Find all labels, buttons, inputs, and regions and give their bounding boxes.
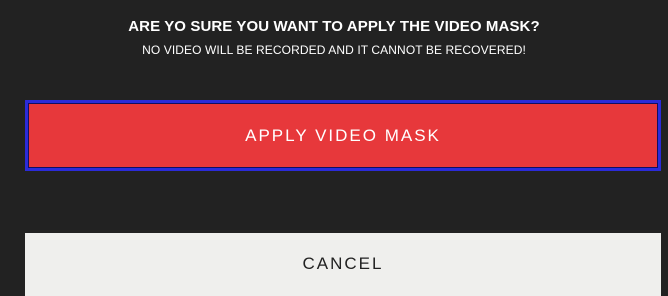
apply-video-mask-label: APPLY VIDEO MASK <box>245 125 441 145</box>
dialog-subtitle: NO VIDEO WILL BE RECORDED AND IT CANNOT … <box>142 43 526 57</box>
apply-video-mask-button[interactable]: APPLY VIDEO MASK <box>25 100 661 171</box>
cancel-label: CANCEL <box>302 254 384 273</box>
confirm-video-mask-dialog: ARE YO SURE YOU WANT TO APPLY THE VIDEO … <box>0 0 668 296</box>
cancel-button[interactable]: CANCEL <box>25 233 661 296</box>
dialog-title: ARE YO SURE YOU WANT TO APPLY THE VIDEO … <box>128 18 540 35</box>
